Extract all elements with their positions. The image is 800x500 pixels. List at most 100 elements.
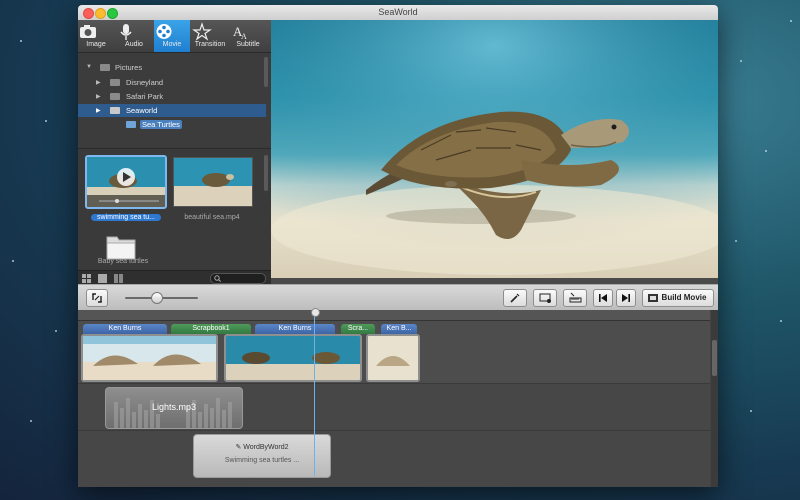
tree-item-label: Disneyland [126, 78, 164, 87]
folder-icon [126, 121, 136, 128]
timeline-ruler[interactable] [78, 310, 710, 321]
audio-clip[interactable]: Lights.mp3 [105, 387, 243, 429]
disclosure-closed-icon[interactable]: ▶ [96, 93, 101, 100]
microphone-icon [120, 24, 132, 40]
media-tabs: Image Audio Movie Transition AA Subtitle [78, 20, 271, 53]
subtitle-clip-title: WordByWord2 [243, 444, 289, 451]
tree-item-seaworld[interactable]: ▶ Seaworld [78, 104, 266, 117]
timeline-scroll-thumb[interactable] [712, 340, 717, 376]
grid-view-icon[interactable] [82, 274, 91, 283]
folder-baby-sea-turtles[interactable] [104, 231, 138, 261]
disclosure-open-icon[interactable]: ▼ [86, 64, 92, 70]
skip-to-end-icon [622, 294, 630, 302]
tab-transition-label: Transition [194, 41, 226, 48]
video-clip[interactable] [366, 334, 420, 382]
effect-label[interactable]: Ken Burns [83, 324, 167, 334]
media-item-swimming-sea-turtles[interactable] [85, 155, 167, 209]
tree-item-disneyland[interactable]: ▶ Disneyland [78, 76, 266, 89]
magic-wand-icon [510, 293, 520, 303]
transition-label[interactable]: Scra... [341, 324, 375, 334]
tab-transition[interactable]: Transition [192, 20, 228, 52]
playhead-handle[interactable] [311, 308, 320, 317]
zoom-slider-knob[interactable] [151, 292, 163, 304]
tree-item-label: Sea Turtles [140, 120, 182, 129]
tab-image-label: Image [86, 41, 106, 48]
clip-thumbnail [368, 336, 418, 380]
tree-item-label: Seaworld [126, 106, 158, 115]
tab-image[interactable]: Image [78, 20, 114, 52]
folder-icon [106, 236, 136, 260]
disclosure-closed-icon[interactable]: ▶ [96, 79, 101, 86]
window-title: SeaWorld [378, 7, 418, 17]
screen-gear-icon [539, 293, 551, 303]
tab-movie-label: Movie [162, 41, 182, 48]
tree-item-label: Pictures [115, 63, 143, 72]
tree-scrollbar[interactable] [264, 57, 268, 87]
clip-thumbnail [226, 336, 360, 380]
editor-toolbar: Build Movie [78, 284, 718, 311]
skip-forward-button[interactable] [616, 289, 636, 307]
search-icon [214, 275, 221, 282]
title-bar: SeaWorld [78, 5, 718, 21]
media-browser-panel: Image Audio Movie Transition AA Subtitle… [78, 20, 271, 285]
camera-icon [80, 25, 96, 38]
sea-turtle-image [271, 20, 718, 278]
film-strip-icon [648, 294, 658, 302]
video-clip[interactable] [81, 334, 218, 382]
tree-item-pictures[interactable]: ▼ Pictures [78, 61, 266, 74]
video-preview [271, 20, 718, 278]
crop-ruler-icon [569, 292, 581, 303]
media-grid: swimming sea tu... beautiful sea.mp4 Bab… [78, 148, 271, 271]
playhead-line[interactable] [314, 308, 315, 476]
transition-star-icon [192, 22, 212, 41]
tab-audio-label: Audio [125, 41, 143, 48]
timeline: Ken Burns Scrapbook1 Ken Burns Scra... K… [78, 310, 718, 487]
media-item-label: swimming sea tu... [91, 214, 161, 221]
app-window: SeaWorld Image Audio Movie Transition AA [78, 5, 718, 487]
svg-text:A: A [241, 32, 247, 41]
effect-label[interactable]: Ken B... [381, 324, 417, 334]
tree-item-label: Safari Park [126, 92, 164, 101]
folder-tree: ▼ Pictures ▶ Disneyland ▶ Safari Park ▶ … [78, 53, 271, 147]
video-thumbnail [87, 157, 165, 207]
media-scrollbar[interactable] [264, 155, 268, 191]
tab-subtitle-label: Subtitle [236, 41, 260, 48]
video-clip[interactable] [224, 334, 362, 382]
transition-label[interactable]: Scrapbook1 [171, 324, 251, 334]
media-bottom-bar [78, 270, 271, 285]
folder-icon [110, 79, 120, 86]
column-view-icon[interactable] [114, 274, 123, 283]
audio-clip-label: Lights.mp3 [151, 402, 197, 412]
media-item-beautiful-sea[interactable] [173, 157, 253, 207]
folder-icon [110, 93, 120, 100]
subtitle-icon: AA [233, 24, 247, 41]
list-view-icon[interactable] [98, 274, 107, 283]
edit-button[interactable] [503, 289, 527, 307]
build-movie-button[interactable]: Build Movie [642, 289, 714, 307]
tab-audio[interactable]: Audio [116, 20, 152, 52]
tab-subtitle[interactable]: AA Subtitle [230, 20, 266, 52]
swap-arrows-icon [92, 293, 102, 303]
folder-icon [100, 64, 110, 71]
disclosure-closed-icon[interactable]: ▶ [96, 107, 101, 114]
tree-item-safari-park[interactable]: ▶ Safari Park [78, 90, 266, 103]
tree-item-sea-turtles[interactable]: Sea Turtles [78, 118, 266, 131]
skip-back-button[interactable] [593, 289, 613, 307]
film-reel-icon [156, 24, 172, 39]
effect-label[interactable]: Ken Burns [255, 324, 335, 334]
build-movie-label: Build Movie [661, 293, 707, 302]
clip-thumbnail [83, 336, 216, 380]
tab-movie[interactable]: Movie [154, 20, 190, 52]
folder-label: Baby sea turtles [97, 258, 149, 265]
video-thumbnail [174, 158, 252, 206]
subtitle-clip[interactable]: ✎ WordByWord2 Swimming sea turtles ... [193, 434, 331, 478]
media-search-field[interactable] [210, 273, 266, 284]
subtitle-track [78, 431, 710, 487]
swap-button[interactable] [86, 289, 108, 307]
skip-to-start-icon [599, 294, 607, 302]
pencil-icon: ✎ [235, 444, 242, 451]
timeline-scrollbar[interactable] [711, 310, 718, 487]
screen-settings-button[interactable] [533, 289, 557, 307]
folder-icon [110, 107, 120, 114]
crop-button[interactable] [563, 289, 587, 307]
